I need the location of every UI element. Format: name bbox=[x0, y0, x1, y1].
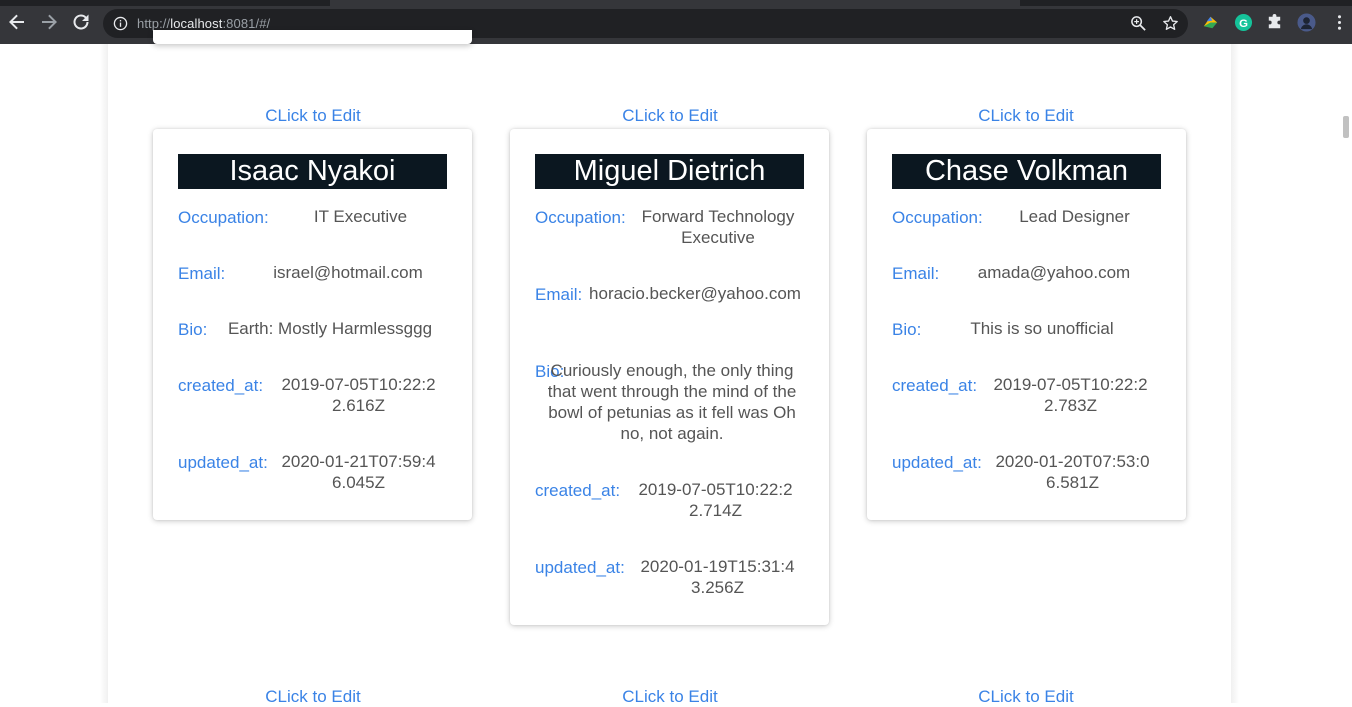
edit-link[interactable]: CLick to Edit bbox=[866, 687, 1186, 707]
back-button[interactable] bbox=[5, 10, 29, 34]
updated-at-label: updated_at: bbox=[892, 453, 982, 472]
updated-at-value: 2020-01-19T15:31:43.256Z bbox=[640, 557, 795, 597]
edit-link[interactable]: CLick to Edit bbox=[866, 106, 1186, 126]
created-at-value: 2019-07-05T10:22:22.616Z bbox=[281, 375, 436, 415]
created-at-value: 2019-07-05T10:22:22.714Z bbox=[638, 480, 793, 520]
scrollbar-thumb[interactable] bbox=[1343, 116, 1349, 138]
created-at-label: created_at: bbox=[178, 376, 264, 395]
arrow-left-icon bbox=[9, 14, 24, 30]
updated-at-value: 2020-01-20T07:53:06.581Z bbox=[995, 452, 1150, 492]
bio-value: This is so unofficial bbox=[970, 319, 1114, 338]
occupation-value: Forward Technology Executive bbox=[641, 207, 795, 247]
reload-button[interactable] bbox=[69, 10, 93, 34]
reload-icon bbox=[73, 14, 89, 30]
info-icon[interactable] bbox=[113, 16, 128, 31]
email-value: amada@yahoo.com bbox=[977, 263, 1131, 282]
page-scrollbar[interactable] bbox=[1338, 44, 1352, 703]
bio-value: Curiously enough, the only thing that we… bbox=[547, 361, 797, 443]
url-text[interactable]: http://localhost:8081/#/ bbox=[137, 16, 270, 31]
extension-colorful-icon[interactable] bbox=[1201, 13, 1220, 32]
created-at-value: 2019-07-05T10:22:22.783Z bbox=[993, 375, 1148, 415]
edit-link[interactable]: CLick to Edit bbox=[510, 687, 830, 707]
edit-link[interactable]: CLick to Edit bbox=[153, 687, 473, 707]
email-value: israel@hotmail.com bbox=[273, 263, 423, 282]
updated-at-label: updated_at: bbox=[178, 453, 268, 472]
tab-strip bbox=[0, 0, 1352, 6]
email-value: horacio.becker@yahoo.com bbox=[589, 284, 801, 303]
occupation-value: Lead Designer bbox=[1019, 207, 1130, 226]
profile-avatar-icon[interactable] bbox=[1297, 13, 1316, 32]
grammarly-icon[interactable]: G bbox=[1234, 13, 1253, 32]
occupation-value: IT Executive bbox=[313, 207, 408, 226]
forward-button[interactable] bbox=[37, 10, 61, 34]
created-at-label: created_at: bbox=[892, 376, 978, 395]
updated-at-label: updated_at: bbox=[535, 558, 625, 577]
edit-link[interactable]: CLick to Edit bbox=[153, 106, 473, 126]
bookmark-star-icon[interactable] bbox=[1162, 15, 1179, 32]
user-card: Chase Volkman Occupation: Lead Designer … bbox=[867, 129, 1186, 520]
page-container-edge bbox=[100, 44, 108, 703]
user-card: Miguel Dietrich Occupation: Forward Tech… bbox=[510, 129, 829, 625]
user-name: Miguel Dietrich bbox=[535, 154, 804, 189]
arrow-right-icon bbox=[42, 14, 57, 30]
previous-card-bottom bbox=[153, 30, 472, 44]
extensions-puzzle-icon[interactable] bbox=[1265, 13, 1284, 32]
email-label: Email: bbox=[892, 264, 940, 283]
user-name: Chase Volkman bbox=[892, 154, 1161, 189]
svg-text:G: G bbox=[1239, 18, 1248, 30]
created-at-label: created_at: bbox=[535, 481, 621, 500]
updated-at-value: 2020-01-21T07:59:46.045Z bbox=[281, 452, 436, 492]
occupation-label: Occupation: bbox=[178, 208, 269, 227]
user-name: Isaac Nyakoi bbox=[178, 154, 447, 189]
page-container-edge bbox=[1231, 44, 1239, 703]
bio-value: Earth: Mostly Harmlessggg bbox=[227, 319, 433, 338]
occupation-label: Occupation: bbox=[892, 208, 983, 227]
kebab-menu-icon[interactable] bbox=[1330, 13, 1349, 32]
email-label: Email: bbox=[535, 285, 583, 304]
bio-label: Bio: bbox=[178, 320, 208, 339]
email-label: Email: bbox=[178, 264, 226, 283]
edit-link[interactable]: CLick to Edit bbox=[510, 106, 830, 126]
zoom-icon[interactable] bbox=[1130, 15, 1147, 32]
bio-label: Bio: bbox=[892, 320, 922, 339]
occupation-label: Occupation: bbox=[535, 208, 626, 227]
user-card: Isaac Nyakoi Occupation: IT Executive Em… bbox=[153, 129, 472, 520]
